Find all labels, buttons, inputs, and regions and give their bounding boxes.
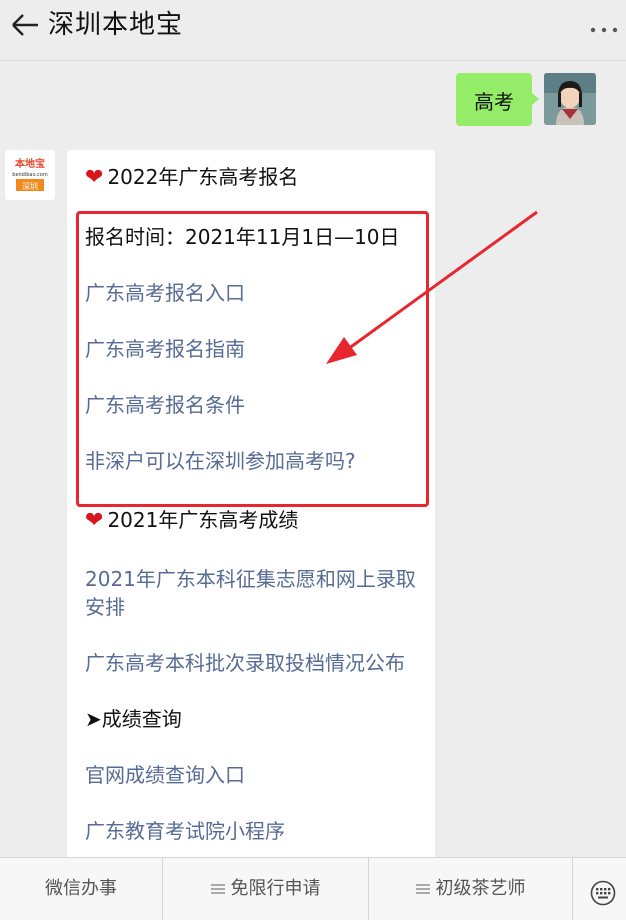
menu-icon <box>210 884 225 894</box>
menu-item-traffic-exemption[interactable]: 免限行申请 <box>163 858 368 920</box>
link-admission-arrangement[interactable]: 2021年广东本科征集志愿和网上录取安排 <box>85 565 425 621</box>
user-avatar[interactable] <box>544 73 596 125</box>
bendibao-logo: 本地宝 bendibao.com 深圳 <box>12 157 48 191</box>
menu-divider <box>572 858 573 920</box>
back-arrow-icon[interactable] <box>8 10 42 40</box>
score-query-heading: ➤成绩查询 <box>85 707 182 731</box>
logo-subtext: bendibao.com <box>12 172 48 178</box>
menu-item-wechat-services[interactable]: 微信办事 <box>0 858 162 920</box>
heart-icon: ❤ <box>85 165 104 190</box>
logo-text: 本地宝 <box>15 157 45 170</box>
bottom-menu-bar: 微信办事 免限行申请 初级茶艺师 <box>0 857 626 920</box>
user-message-bubble[interactable]: 高考 <box>456 73 539 126</box>
logo-city: 深圳 <box>22 181 38 191</box>
link-official-score-query[interactable]: 官网成绩查询入口 <box>85 761 245 789</box>
highlight-box <box>76 211 429 507</box>
user-message-text: 高考 <box>474 90 514 114</box>
link-admission-results[interactable]: 广东高考本科批次录取投档情况公布 <box>85 649 405 677</box>
section-title-2021: ❤ 2021年广东高考成绩 <box>85 508 299 533</box>
heart-icon: ❤ <box>85 508 104 533</box>
keyboard-icon[interactable] <box>590 880 616 906</box>
top-bar: 深圳本地宝 <box>0 0 626 61</box>
chat-title: 深圳本地宝 <box>48 10 184 40</box>
link-exam-institute-miniprogram[interactable]: 广东教育考试院小程序 <box>85 817 285 845</box>
menu-icon <box>415 884 430 894</box>
section-title-2022: ❤ 2022年广东高考报名 <box>85 165 299 190</box>
bot-avatar[interactable]: 本地宝 bendibao.com 深圳 <box>5 150 55 200</box>
more-icon[interactable] <box>588 20 620 36</box>
menu-item-tea-artist[interactable]: 初级茶艺师 <box>369 858 572 920</box>
